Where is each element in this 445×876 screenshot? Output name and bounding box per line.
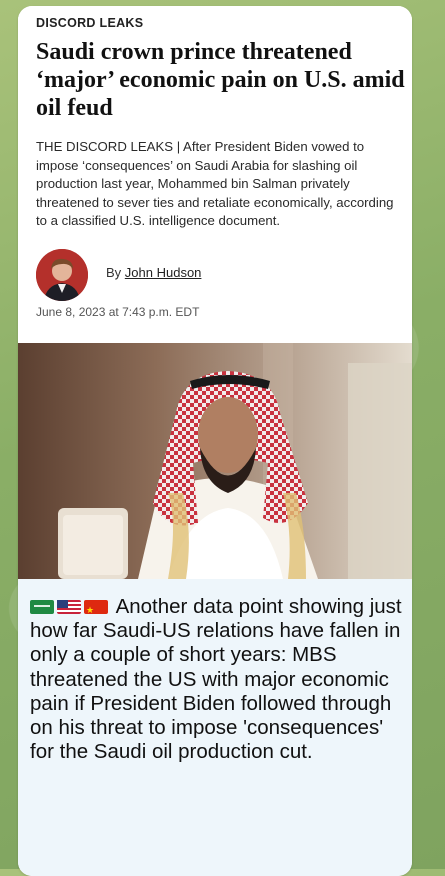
author-link[interactable]: John Hudson [125,265,202,280]
byline: By John Hudson [106,265,201,280]
author-portrait-icon [36,249,88,301]
united-states-flag-icon [57,600,81,614]
china-flag-icon [84,598,108,622]
article-photo[interactable] [18,343,412,579]
message-text-panel: Another data point showing just how far … [18,579,412,876]
link-preview-card[interactable]: DISCORD LEAKS Saudi crown prince threate… [18,6,412,341]
article-headline[interactable]: Saudi crown prince threatened ‘major’ ec… [36,38,406,122]
author-avatar[interactable] [36,249,88,301]
publish-date: June 8, 2023 at 7:43 p.m. EDT [36,305,200,319]
saudi-arabia-flag-icon [30,600,54,614]
section-kicker: DISCORD LEAKS [36,16,144,30]
message-body[interactable]: Another data point showing just how far … [30,595,404,764]
crown-prince-photo-icon [18,343,412,579]
article-dek: THE DISCORD LEAKS | After President Bide… [36,139,394,228]
byline-prefix: By [106,265,122,280]
message-bubble[interactable]: DISCORD LEAKS Saudi crown prince threate… [18,6,412,876]
